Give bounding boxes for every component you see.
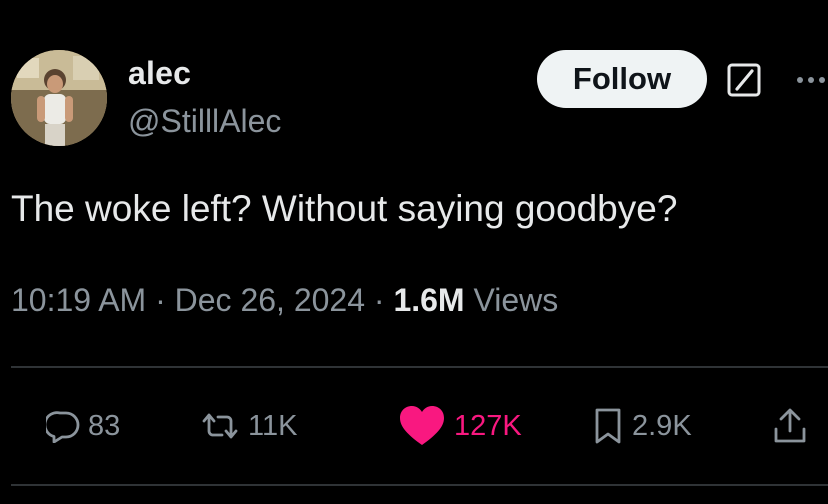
more-options-icon[interactable] <box>794 64 828 94</box>
divider-top <box>11 366 828 368</box>
heart-icon <box>400 406 444 445</box>
user-handle[interactable]: @StilllAlec <box>128 103 281 140</box>
meta-separator: · <box>373 282 385 318</box>
follow-button[interactable]: Follow <box>537 50 707 108</box>
share-icon <box>774 408 806 443</box>
tweet-card: alec @StilllAlec Follow The woke left? W… <box>0 0 828 504</box>
tweet-time[interactable]: 10:19 AM <box>11 282 146 318</box>
grok-icon[interactable] <box>726 62 762 98</box>
reply-button[interactable]: 83 <box>46 398 120 454</box>
divider-bottom <box>11 484 828 486</box>
avatar-image <box>11 50 107 146</box>
tweet-text: The woke left? Without saying goodbye? <box>11 188 678 229</box>
repost-icon <box>202 413 238 439</box>
action-bar: 83 11K 127K 2.9K <box>0 398 828 454</box>
like-button[interactable]: 127K <box>398 398 522 454</box>
views-label: Views <box>473 282 559 318</box>
meta-separator: · <box>155 282 166 318</box>
repost-button[interactable]: 11K <box>200 398 297 454</box>
tweet-meta: 10:19 AM · Dec 26, 2024 · 1.6M Views <box>11 282 558 319</box>
tweet-date[interactable]: Dec 26, 2024 <box>175 282 365 318</box>
avatar[interactable] <box>11 50 107 146</box>
like-count: 127K <box>454 409 522 442</box>
bookmark-count: 2.9K <box>632 409 692 442</box>
repost-count: 11K <box>248 409 298 442</box>
bookmark-icon <box>595 408 621 444</box>
display-name[interactable]: alec <box>128 55 191 92</box>
bookmark-button[interactable]: 2.9K <box>592 398 692 454</box>
reply-icon <box>46 411 80 443</box>
views-count: 1.6M <box>393 282 465 318</box>
reply-count: 83 <box>88 409 121 442</box>
share-button[interactable] <box>772 398 816 454</box>
